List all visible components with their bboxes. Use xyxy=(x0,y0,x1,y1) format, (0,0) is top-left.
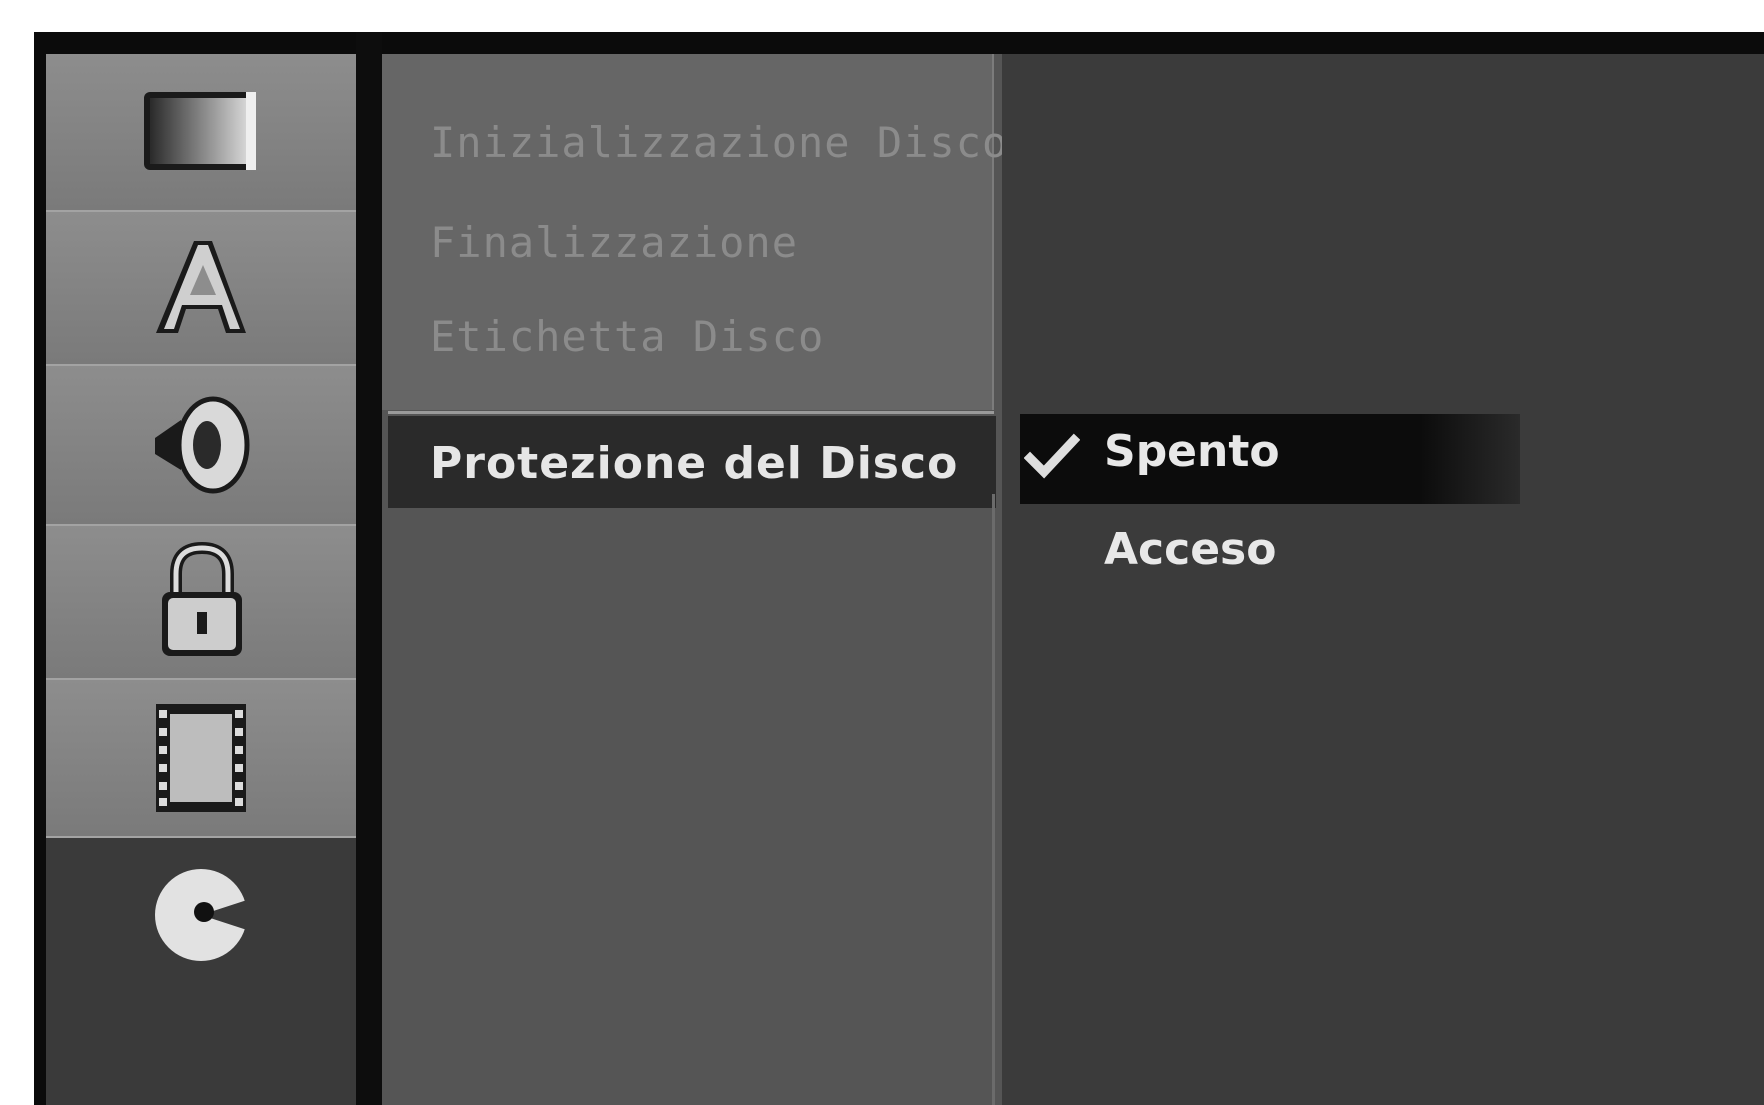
menu-separator xyxy=(388,411,994,414)
option-acceso[interactable]: Acceso xyxy=(1104,524,1276,575)
category-disc[interactable] xyxy=(46,838,356,1105)
check-icon xyxy=(1024,433,1080,479)
disc-icon xyxy=(155,869,250,961)
film-strip-icon xyxy=(156,704,246,812)
category-audio[interactable] xyxy=(46,366,356,526)
menu-item-label: Protezione del Disco xyxy=(430,438,959,489)
option-spento[interactable]: Spento xyxy=(1104,426,1280,477)
menu-item-disc-protection[interactable]: Protezione del Disco xyxy=(388,416,996,508)
category-icon-column xyxy=(46,54,356,1105)
disabled-menu-group: Inizializzazione Disco Finalizzazione Et… xyxy=(382,54,1007,410)
category-language[interactable] xyxy=(46,212,356,366)
category-video[interactable] xyxy=(46,680,356,838)
menu-item-disc-initialization[interactable]: Inizializzazione Disco xyxy=(430,118,1008,167)
category-lock[interactable] xyxy=(46,526,356,680)
menu-item-disc-label[interactable]: Etichetta Disco xyxy=(430,312,824,361)
menu-item-finalization[interactable]: Finalizzazione xyxy=(430,218,798,267)
options-column: Spento Acceso xyxy=(1002,54,1764,1105)
category-tv-screen[interactable] xyxy=(46,54,356,212)
menu-column-edge xyxy=(992,494,995,1105)
tv-screen-icon xyxy=(144,92,256,170)
menu-column: Inizializzazione Disco Finalizzazione Et… xyxy=(382,54,1007,1105)
padlock-icon xyxy=(162,542,242,656)
setup-menu-screen: Inizializzazione Disco Finalizzazione Et… xyxy=(34,32,1764,1105)
column-divider xyxy=(356,32,382,1105)
speaker-icon xyxy=(155,396,250,494)
language-a-icon xyxy=(156,241,246,333)
